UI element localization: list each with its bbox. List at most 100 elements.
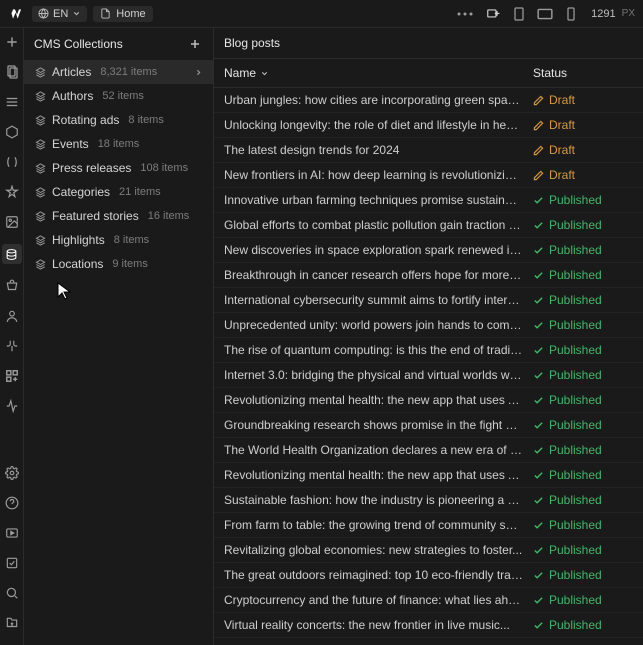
row-status: Draft [533,93,633,107]
tablet-icon[interactable] [511,6,527,22]
check-icon [533,220,544,231]
tool-rail [0,28,24,645]
status-label: Draft [549,93,575,107]
collection-item[interactable]: Rotating ads8 items [24,108,213,132]
breakpoint-add-icon[interactable] [485,6,501,22]
page-label: Home [116,8,145,20]
check-icon [533,345,544,356]
apps-icon[interactable] [4,368,20,384]
video-icon[interactable] [4,525,20,541]
table-rows: Urban jungles: how cities are incorporat… [214,88,643,645]
more-icon[interactable] [457,6,473,22]
table-row[interactable]: Internet 3.0: bridging the physical and … [214,363,643,388]
ecommerce-icon[interactable] [4,278,20,294]
collection-item[interactable]: Categories21 items [24,180,213,204]
export-icon[interactable] [4,615,20,631]
table-row[interactable]: The World Health Organization declares a… [214,438,643,463]
table-row[interactable]: Revolutionizing mental health: the new a… [214,388,643,413]
collection-item[interactable]: Highlights8 items [24,228,213,252]
table-row[interactable]: Breakthrough in cancer research offers h… [214,263,643,288]
page-selector[interactable]: Home [93,6,152,22]
status-label: Published [549,418,602,432]
logic-icon[interactable] [4,338,20,354]
table-row[interactable]: Sustainable fashion: how the industry is… [214,488,643,513]
check-icon [533,370,544,381]
row-status: Draft [533,168,633,182]
components-icon[interactable] [4,124,20,140]
collection-item[interactable]: Articles8,321 items [24,60,213,84]
collection-count: 16 items [148,210,190,222]
stack-icon [34,90,46,102]
table-row[interactable]: From farm to table: the growing trend of… [214,513,643,538]
collection-count: 8,321 items [100,66,157,78]
row-name: Urban jungles: how cities are incorporat… [224,93,533,107]
webflow-logo-icon[interactable] [8,5,26,23]
column-status[interactable]: Status [533,66,633,80]
audit-icon[interactable] [4,555,20,571]
language-selector[interactable]: EN [32,6,87,22]
top-bar: EN Home 1291 PX [0,0,643,28]
table-row[interactable]: Virtual reality concerts: the new fronti… [214,613,643,638]
collection-list: Articles8,321 itemsAuthors52 itemsRotati… [24,60,213,276]
tablet-landscape-icon[interactable] [537,6,553,22]
table-row[interactable]: Global efforts to combat plastic polluti… [214,213,643,238]
variables-icon[interactable] [4,154,20,170]
stack-icon [34,234,46,246]
collection-name: Press releases [52,161,131,175]
row-name: Groundbreaking research shows promise in… [224,418,533,432]
row-name: Breakthrough in cancer research offers h… [224,268,533,282]
table-row[interactable]: Innovative urban farming techniques prom… [214,188,643,213]
collection-item[interactable]: Press releases108 items [24,156,213,180]
add-element-icon[interactable] [4,34,20,50]
assets-icon[interactable] [4,214,20,230]
stack-icon [34,66,46,78]
collection-name: Events [52,137,89,151]
collection-item[interactable]: Featured stories16 items [24,204,213,228]
help-icon[interactable] [4,495,20,511]
styles-icon[interactable] [4,184,20,200]
content-title: Blog posts [214,28,643,58]
row-status: Published [533,418,633,432]
row-name: From farm to table: the growing trend of… [224,518,533,532]
collection-item[interactable]: Locations9 items [24,252,213,276]
table-row[interactable]: Revolutionizing mental health: the new a… [214,463,643,488]
table-row[interactable]: Cryptocurrency and the future of finance… [214,588,643,613]
collection-item[interactable]: Authors52 items [24,84,213,108]
collection-item[interactable]: Events18 items [24,132,213,156]
sidebar: CMS Collections Articles8,321 itemsAutho… [24,28,214,645]
table-row[interactable]: New frontiers in AI: how deep learning i… [214,163,643,188]
table-row[interactable]: International cybersecurity summit aims … [214,288,643,313]
phone-icon[interactable] [563,6,579,22]
column-name[interactable]: Name [224,66,533,80]
add-collection-icon[interactable] [187,36,203,52]
row-name: Innovative urban farming techniques prom… [224,193,533,207]
table-row[interactable]: Urban jungles: how cities are incorporat… [214,88,643,113]
navigator-icon[interactable] [4,94,20,110]
table-row[interactable]: New discoveries in space exploration spa… [214,238,643,263]
row-status: Published [533,268,633,282]
search-icon[interactable] [4,585,20,601]
table-row[interactable]: The latest design trends for 2024Draft [214,138,643,163]
table-row[interactable]: The great outdoors reimagined: top 10 ec… [214,563,643,588]
pages-icon[interactable] [4,64,20,80]
table-row[interactable]: Revitalizing global economies: new strat… [214,538,643,563]
row-name: Internet 3.0: bridging the physical and … [224,368,533,382]
row-name: Revitalizing global economies: new strat… [224,543,533,557]
settings-icon[interactable] [4,465,20,481]
table-row[interactable]: The rise of eSports: virtual competition… [214,638,643,645]
row-name: Unlocking longevity: the role of diet an… [224,118,533,132]
cms-icon[interactable] [2,244,22,264]
table-row[interactable]: Unprecedented unity: world powers join h… [214,313,643,338]
collection-count: 21 items [119,186,161,198]
users-icon[interactable] [4,308,20,324]
table-row[interactable]: Unlocking longevity: the role of diet an… [214,113,643,138]
row-status: Published [533,518,633,532]
viewport-width[interactable]: 1291 PX [591,8,635,20]
check-icon [533,495,544,506]
activity-icon[interactable] [4,398,20,414]
row-name: Cryptocurrency and the future of finance… [224,593,533,607]
table-row[interactable]: The rise of quantum computing: is this t… [214,338,643,363]
check-icon [533,295,544,306]
table-row[interactable]: Groundbreaking research shows promise in… [214,413,643,438]
top-bar-right: 1291 PX [457,6,635,22]
